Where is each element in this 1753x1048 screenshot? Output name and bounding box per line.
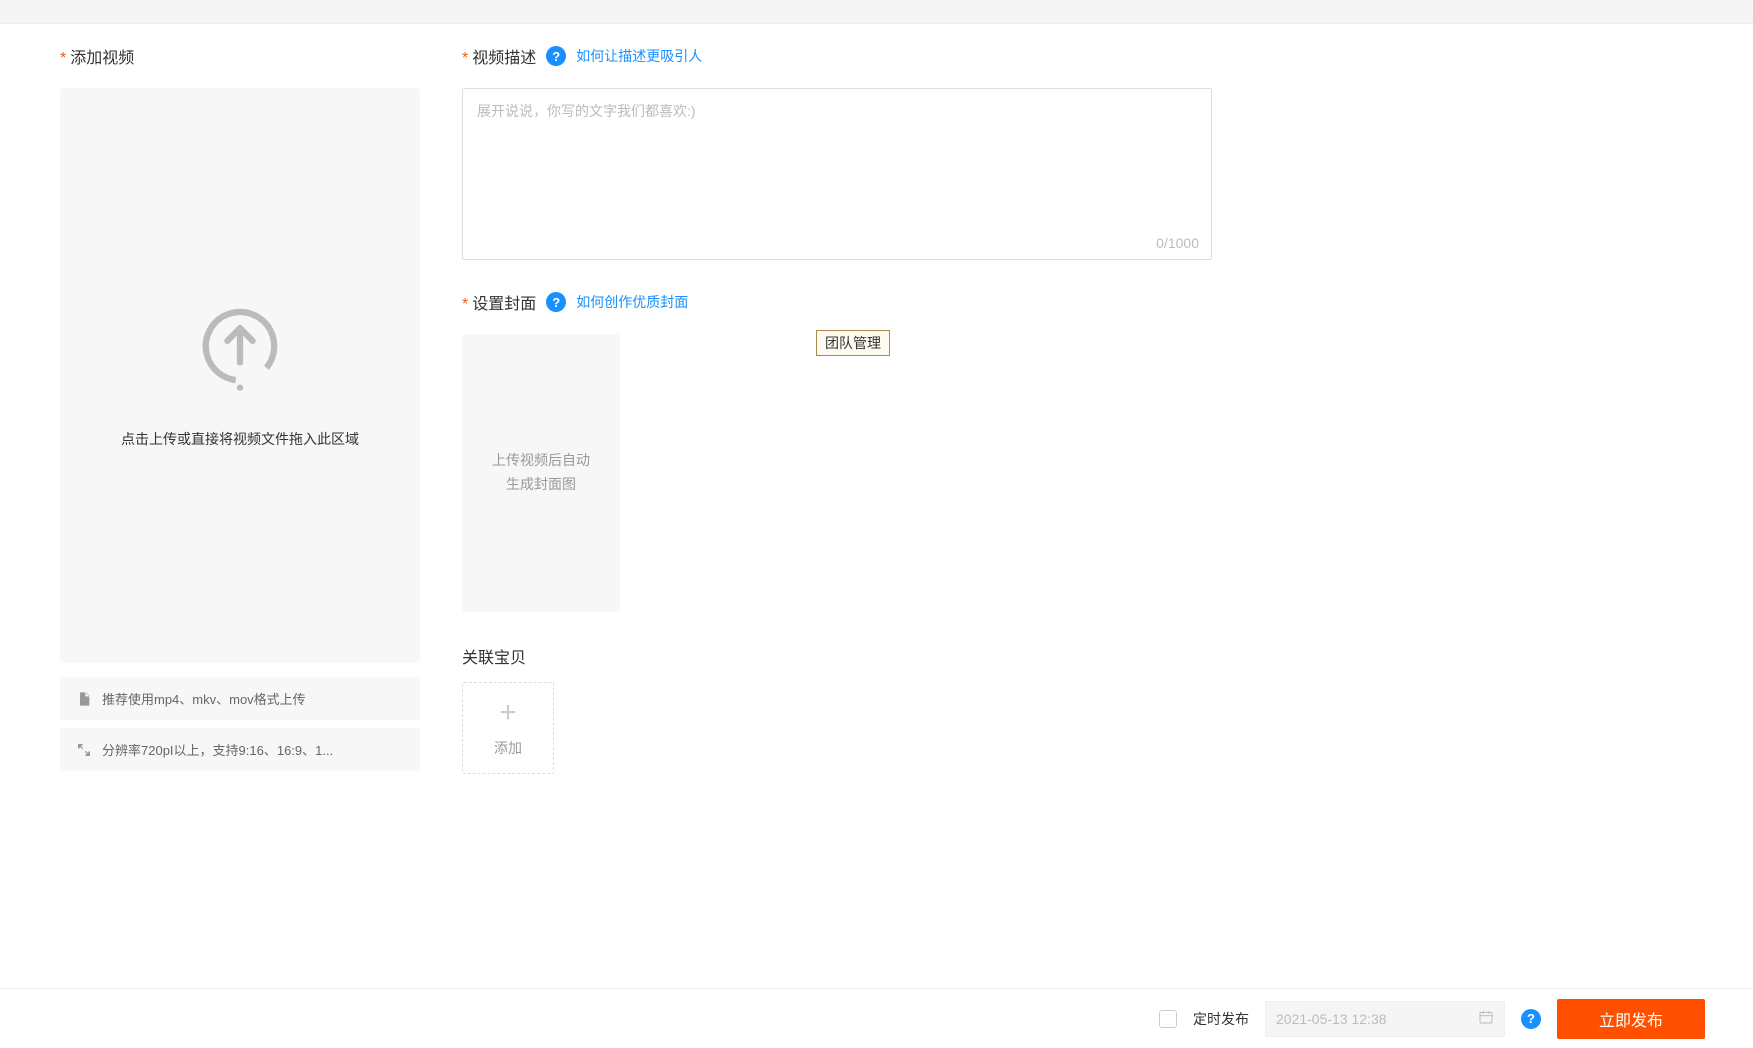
- tooltip-team-manage: 团队管理: [816, 330, 890, 356]
- add-related-item-button[interactable]: + 添加: [462, 682, 554, 774]
- footer-bar: 定时发布 2021-05-13 12:38 ? 立即发布: [0, 988, 1753, 1048]
- schedule-datetime-input[interactable]: 2021-05-13 12:38: [1265, 1001, 1505, 1037]
- hint-format: 推荐使用mp4、mkv、mov格式上传: [60, 677, 420, 720]
- cover-title: 设置封面: [472, 296, 536, 313]
- hint-resolution: 分辨率720pI以上，支持9:16、16:9、1...: [60, 728, 420, 771]
- cover-text-line2: 生成封面图: [506, 473, 576, 497]
- right-column: *视频描述 ? 如何让描述更吸引人 0/1000 *设置封面 ? 如何创作优质封…: [462, 44, 1212, 779]
- question-icon[interactable]: ?: [546, 292, 566, 312]
- desc-section-header: *视频描述 ? 如何让描述更吸引人: [462, 44, 1212, 68]
- description-box: 0/1000: [462, 88, 1212, 260]
- calendar-icon: [1478, 1009, 1494, 1028]
- main-content: *添加视频 点击上传或直接将视频文件拖入此区域 推荐使用mp4、mkv、mov格…: [0, 24, 1753, 879]
- video-upload-dropzone[interactable]: 点击上传或直接将视频文件拖入此区域: [60, 88, 420, 663]
- char-count: 0/1000: [1156, 235, 1199, 251]
- cover-section-header: *设置封面 ? 如何创作优质封面: [462, 290, 1212, 314]
- add-video-section: *添加视频 点击上传或直接将视频文件拖入此区域 推荐使用mp4、mkv、mov格…: [60, 44, 420, 779]
- description-textarea[interactable]: [463, 89, 1211, 229]
- desc-help-link[interactable]: 如何让描述更吸引人: [576, 46, 702, 66]
- related-section: 关联宝贝 + 添加: [462, 644, 1212, 774]
- publish-button[interactable]: 立即发布: [1557, 999, 1705, 1039]
- add-video-title-text: 添加视频: [70, 50, 134, 67]
- cover-text-line1: 上传视频后自动: [492, 449, 590, 473]
- top-bar: [0, 0, 1753, 24]
- desc-title: 视频描述: [472, 50, 536, 67]
- upload-instruction-text: 点击上传或直接将视频文件拖入此区域: [121, 429, 359, 449]
- add-label: 添加: [494, 738, 522, 758]
- file-icon: [76, 691, 92, 707]
- schedule-datetime-value: 2021-05-13 12:38: [1276, 1011, 1387, 1027]
- question-icon[interactable]: ?: [546, 46, 566, 66]
- schedule-checkbox[interactable]: [1159, 1010, 1177, 1028]
- cover-placeholder[interactable]: 上传视频后自动 生成封面图: [462, 334, 620, 612]
- cover-help-link[interactable]: 如何创作优质封面: [576, 292, 688, 312]
- hint-format-text: 推荐使用mp4、mkv、mov格式上传: [102, 689, 306, 708]
- add-video-title: *添加视频: [60, 44, 420, 68]
- plus-icon: +: [499, 698, 517, 728]
- schedule-label: 定时发布: [1193, 1009, 1249, 1029]
- expand-icon: [76, 742, 92, 758]
- related-title: 关联宝贝: [462, 644, 1212, 668]
- upload-hints: 推荐使用mp4、mkv、mov格式上传 分辨率720pI以上，支持9:16、16…: [60, 677, 420, 771]
- hint-resolution-text: 分辨率720pI以上，支持9:16、16:9、1...: [102, 740, 333, 759]
- question-icon[interactable]: ?: [1521, 1009, 1541, 1029]
- upload-arrow-icon: [195, 303, 285, 393]
